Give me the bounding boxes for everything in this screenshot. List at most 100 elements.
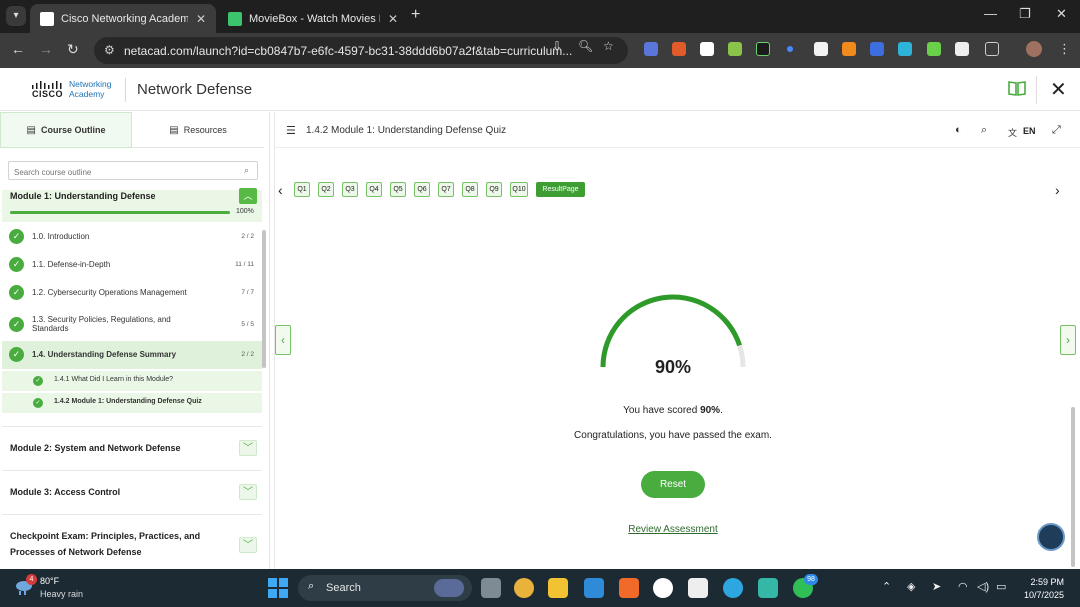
zoom-icon[interactable]: 🔍︎ [578,39,593,53]
question-nav-button[interactable]: Q7 [438,182,454,197]
tab-resources[interactable]: ▤ Resources [132,112,264,148]
question-nav-button[interactable]: Q3 [342,182,358,197]
close-course-icon[interactable]: ✕ [1050,77,1067,102]
brave-icon[interactable] [619,578,639,598]
extension-2-icon[interactable] [672,42,686,56]
extension-4-icon[interactable] [728,42,742,56]
browser-tab-moviebox[interactable]: MovieBox - Watch Movies Free ✕ [218,4,408,33]
next-page-button[interactable]: › [1060,325,1076,355]
checkpoint-exam-item[interactable]: Checkpoint Exam: Principles, Practices, … [2,514,262,569]
site-settings-icon[interactable]: ⚙ [104,43,115,57]
wps-icon[interactable] [653,578,673,598]
bookmark-star-icon[interactable]: ☆ [603,39,614,53]
new-tab-plus-icon[interactable]: + [411,6,420,24]
tab-course-outline[interactable]: ▤ Course Outline [0,112,132,148]
lesson-item-active[interactable]: ✓ 1.4. Understanding Defense Summary 2 /… [2,341,262,369]
security-icon[interactable]: ◈ [907,580,915,593]
previous-page-button[interactable]: ‹ [275,325,291,355]
windows-start-icon[interactable] [268,578,288,598]
edge-icon[interactable] [723,578,743,598]
wifi-icon[interactable]: ◠ [958,580,968,593]
extension-5-icon[interactable] [756,42,770,56]
question-nav-button[interactable]: Q2 [318,182,334,197]
question-nav-button[interactable]: Q6 [414,182,430,197]
translate-icon[interactable]: 文 [1008,126,1017,139]
weather-temp[interactable]: 80°F [40,576,59,586]
extension-6-icon[interactable] [787,46,793,52]
module-3-item[interactable]: Module 3: Access Control ﹀ [2,470,262,514]
forward-icon[interactable]: → [39,41,53,57]
fullscreen-icon[interactable]: ⤢ [1052,124,1061,137]
question-nav-button[interactable]: Q10 [510,182,528,197]
lesson-item[interactable]: ✓ 1.2. Cybersecurity Operations Manageme… [2,279,262,307]
tab-search-button[interactable]: ▾ [6,6,26,26]
browser-tab-netacad[interactable]: Cisco Networking Academy: Ne ✕ [30,4,216,33]
extension-12-icon[interactable] [955,42,969,56]
collapse-menu-icon[interactable]: ☰ [286,124,296,137]
minimize-icon[interactable]: — [984,6,997,21]
tray-overflow-icon[interactable]: ⌃ [882,580,891,593]
lesson-item[interactable]: ✓ 1.0. Introduction 2 / 2 [2,223,262,251]
sub-lesson-item-active[interactable]: ✓ 1.4.2 Module 1: Understanding Defense … [2,393,262,413]
chrome-icon[interactable] [514,578,534,598]
sidebar-scrollbar[interactable] [262,230,266,368]
send-icon[interactable]: ➤ [932,580,941,593]
next-question-icon[interactable]: › [1055,182,1060,198]
review-assessment-link[interactable]: Review Assessment [595,524,751,535]
chevron-down-icon[interactable]: ﹀ [239,537,257,553]
extension-11-icon[interactable] [927,42,941,56]
restore-icon[interactable]: ❐ [1019,6,1031,22]
calculator-icon[interactable] [688,578,708,598]
result-page-button[interactable]: ResultPage [536,182,585,197]
chevron-up-icon[interactable]: ︿ [239,188,257,204]
question-nav-button[interactable]: Q4 [366,182,382,197]
volume-icon[interactable]: ◁) [977,580,989,593]
extensions-icon[interactable] [985,42,999,56]
module-1-header[interactable]: Module 1: Understanding Defense ︿ 100% [2,188,262,222]
search-icon[interactable]: ⌕ [244,165,249,176]
previous-question-icon[interactable]: ‹ [278,182,283,198]
content-scrollbar[interactable] [1071,407,1075,567]
open-book-icon[interactable] [1008,80,1026,96]
sub-lesson-item[interactable]: ✓ 1.4.1 What Did I Learn in this Module? [2,371,262,391]
chevron-down-icon[interactable]: ﹀ [239,484,257,500]
reload-icon[interactable]: ↻ [67,41,79,58]
question-nav-button[interactable]: Q1 [294,182,310,197]
task-view-icon[interactable] [481,578,501,598]
question-nav-button[interactable]: Q8 [462,182,478,197]
question-nav-button[interactable]: Q5 [390,182,406,197]
lesson-item[interactable]: ✓ 1.3. Security Policies, Regulations, a… [2,307,262,341]
extension-9-icon[interactable] [870,42,884,56]
lesson-item[interactable]: ✓ 1.1. Defense-in-Depth 11 / 11 [2,251,262,279]
weather-condition[interactable]: Heavy rain [40,589,83,599]
tab-close-icon[interactable]: ✕ [196,12,206,26]
battery-icon[interactable]: ▭ [996,580,1006,593]
file-explorer-icon[interactable] [548,578,568,598]
module-2-item[interactable]: Module 2: System and Network Defense ﹀ [2,426,262,470]
extension-8-icon[interactable] [842,42,856,56]
chevron-down-icon[interactable]: ﹀ [239,440,257,456]
extension-1-icon[interactable] [644,42,658,56]
networking-academy-logo[interactable]: Networking Academy [69,79,112,99]
taskbar-search[interactable]: ⌕ Search [298,575,472,601]
vscode-icon[interactable] [584,578,604,598]
close-window-icon[interactable]: ✕ [1056,6,1067,22]
extension-7-icon[interactable] [814,42,828,56]
reset-button[interactable]: Reset [641,471,705,498]
address-bar[interactable]: ⚙ netacad.com/launch?id=cb0847b7-e6fc-45… [94,37,628,64]
app-icon[interactable] [758,578,778,598]
install-icon[interactable]: ⇩ [552,39,562,53]
outline-search-input[interactable] [9,164,229,181]
system-clock[interactable]: 2:59 PM 10/7/2025 [1018,576,1064,602]
assistant-chat-icon[interactable] [1037,523,1065,551]
tab-close-icon[interactable]: ✕ [388,12,398,26]
search-icon[interactable]: ⌕ [981,124,987,137]
extension-10-icon[interactable] [898,42,912,56]
question-nav-button[interactable]: Q9 [486,182,502,197]
dark-mode-moon-icon[interactable]: ◐ [955,124,962,136]
language-label[interactable]: EN [1023,126,1036,136]
more-icon[interactable]: ⋮ [1058,41,1071,57]
profile-avatar-icon[interactable] [1026,41,1042,57]
extension-3-icon[interactable] [700,42,714,56]
back-icon[interactable]: ← [11,41,25,57]
